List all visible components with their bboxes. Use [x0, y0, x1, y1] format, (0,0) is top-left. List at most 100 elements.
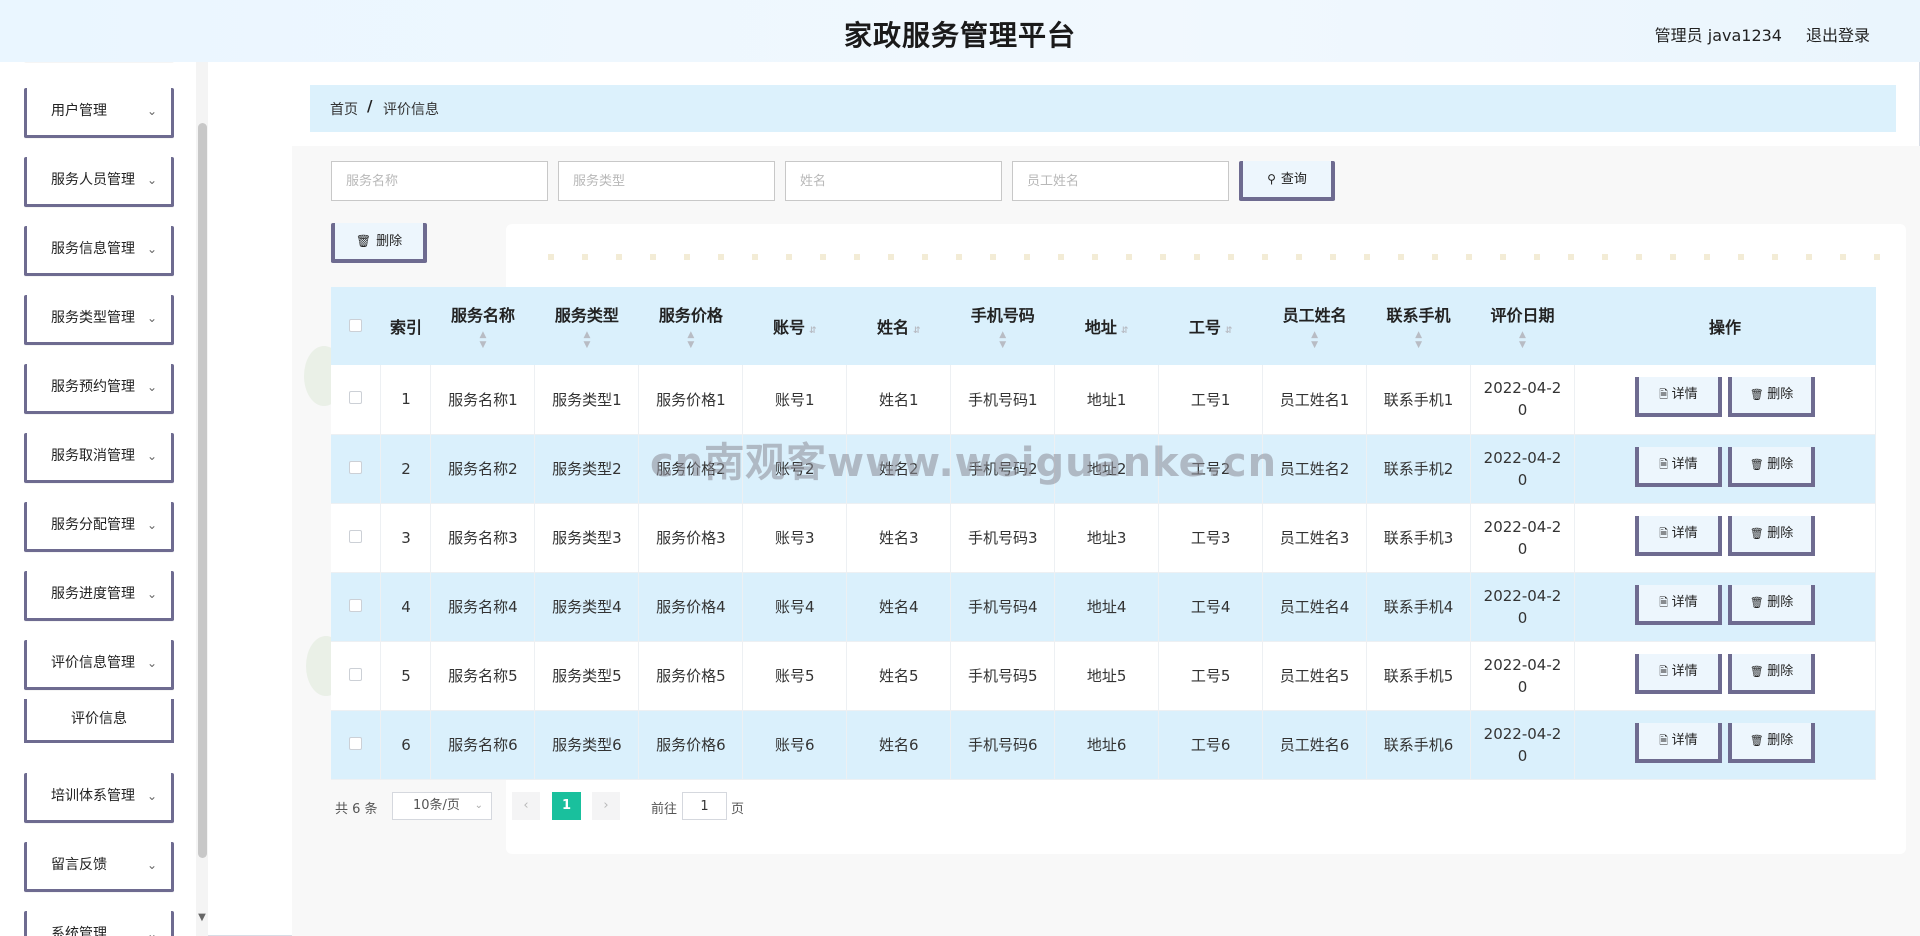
page-size-select[interactable]: 10条/页 ⌄: [392, 792, 492, 820]
sort-icon[interactable]: ⇵: [1121, 326, 1129, 336]
table-row[interactable]: 3 服务名称3 服务类型3 服务价格3 账号3 姓名3 手机号码3 地址3 工号3 员工姓名3 联系…: [331, 503, 1877, 573]
sidebar-item-system[interactable]: 系统管理 ⌄: [24, 911, 174, 936]
sidebar-item-service-assign[interactable]: 服务分配管理 ⌄: [24, 502, 174, 552]
col-name[interactable]: 姓名 ⇵: [846, 287, 951, 365]
delete-button[interactable]: 🗑 删除: [1727, 584, 1815, 625]
delete-button[interactable]: 🗑 删除: [1727, 377, 1815, 418]
service-type-input[interactable]: [558, 161, 775, 201]
document-icon: 🗎: [1659, 457, 1672, 471]
chevron-down-icon: ⌄: [146, 104, 157, 118]
sort-icon[interactable]: ⇵: [913, 326, 921, 336]
sort-icon[interactable]: ▲ ▼: [639, 330, 743, 350]
name-input[interactable]: [785, 161, 1002, 201]
sidebar-item-service-cancel[interactable]: 服务取消管理 ⌄: [24, 433, 174, 483]
cell-review-date: 2022-04-20: [1470, 503, 1575, 573]
detail-button[interactable]: 🗎 详情: [1634, 653, 1722, 694]
goto-label: 前往: [651, 802, 678, 817]
chevron-down-icon: ⌄: [146, 656, 157, 670]
detail-button[interactable]: 🗎 详情: [1634, 584, 1722, 625]
row-checkbox[interactable]: [349, 529, 363, 543]
cell-service-type: 服务类型4: [534, 572, 640, 642]
sidebar-item-label: 服务预约管理: [51, 379, 135, 395]
detail-button[interactable]: 🗎 详情: [1634, 446, 1722, 487]
col-service-price-label: 服务价格: [658, 306, 723, 325]
query-button[interactable]: ⚲ 查询: [1239, 161, 1335, 201]
trash-icon: 🗑: [1749, 595, 1768, 609]
row-checkbox[interactable]: [349, 736, 363, 750]
detail-label: 详情: [1671, 456, 1698, 472]
delete-button[interactable]: 🗑 删除: [1727, 515, 1815, 556]
service-name-input[interactable]: [331, 161, 548, 201]
delete-button[interactable]: 🗑 删除: [1727, 446, 1815, 487]
sidebar-item-label: 系统管理: [51, 926, 107, 936]
col-actions: 操作: [1574, 287, 1876, 365]
sidebar-subitem-review[interactable]: 评价信息: [24, 699, 174, 743]
logout-link[interactable]: 退出登录: [1806, 22, 1870, 46]
table-row[interactable]: 5 服务名称5 服务类型5 服务价格5 账号5 姓名5 手机号码5 地址5 工号5 员工姓名5 联系…: [331, 641, 1877, 711]
table-row[interactable]: 1 服务名称1 服务类型1 服务价格1 账号1 姓名1 手机号码1 地址1 工号1 员工姓名1 联系…: [331, 365, 1877, 435]
detail-button[interactable]: 🗎 详情: [1634, 515, 1722, 556]
cell-staff-name: 员工姓名2: [1262, 434, 1368, 504]
sort-icon[interactable]: ⇵: [809, 326, 817, 336]
col-service-price[interactable]: 服务价格 ▲ ▼: [638, 287, 743, 365]
col-service-type[interactable]: 服务类型 ▲ ▼: [534, 287, 639, 365]
row-select-cell: [331, 434, 382, 504]
col-address-label: 地址: [1084, 318, 1117, 337]
sort-icon[interactable]: ▲ ▼: [951, 330, 1055, 350]
col-review-date[interactable]: 评价日期 ▲ ▼: [1470, 287, 1575, 365]
sidebar: 用户管理 ⌄ 服务人员管理 ⌄ 服务信息管理 ⌄ 服务类型管理 ⌄ 服务预约管理 ⌄ 服务…: [0, 62, 208, 936]
sort-icon[interactable]: ▲ ▼: [1263, 330, 1367, 350]
sidebar-item-service-booking[interactable]: 服务预约管理 ⌄: [24, 364, 174, 414]
sidebar-item-service-staff[interactable]: 服务人员管理 ⌄: [24, 157, 174, 207]
sidebar-item-service-type[interactable]: 服务类型管理 ⌄: [24, 295, 174, 345]
row-checkbox[interactable]: [349, 391, 363, 405]
sidebar-scrollbar-thumb[interactable]: [198, 123, 207, 858]
col-contact-phone[interactable]: 联系手机 ▲ ▼: [1366, 287, 1471, 365]
cell-review-date: 2022-04-20: [1470, 365, 1575, 435]
sidebar-item-feedback[interactable]: 留言反馈 ⌄: [24, 842, 174, 892]
sort-icon[interactable]: ⇵: [1225, 326, 1233, 336]
chevron-down-icon: ⌄: [146, 927, 157, 936]
sort-icon[interactable]: ▲ ▼: [1471, 330, 1575, 350]
col-staff-name[interactable]: 员工姓名 ▲ ▼: [1262, 287, 1367, 365]
cell-review-date: 2022-04-20: [1470, 641, 1575, 711]
row-checkbox[interactable]: [349, 598, 363, 612]
sidebar-item-review-info[interactable]: 评价信息管理 ⌄: [24, 640, 174, 690]
prev-page-button[interactable]: ‹: [512, 792, 540, 820]
col-staff-no[interactable]: 工号 ⇵: [1158, 287, 1263, 365]
sort-icon[interactable]: ▲ ▼: [431, 330, 535, 350]
sort-icon[interactable]: ▲ ▼: [535, 330, 639, 350]
scroll-down-arrow-icon[interactable]: ▼: [196, 912, 208, 923]
page-suffix: 页: [731, 802, 745, 817]
breadcrumb-home[interactable]: 首页: [330, 99, 358, 119]
row-checkbox[interactable]: [349, 460, 363, 474]
col-account[interactable]: 账号 ⇵: [742, 287, 847, 365]
table-row[interactable]: 6 服务名称6 服务类型6 服务价格6 账号6 姓名6 手机号码6 地址6 工号6 员工姓名6 联系…: [331, 710, 1877, 780]
table-row[interactable]: 4 服务名称4 服务类型4 服务价格4 账号4 姓名4 手机号码4 地址4 工号4 员工姓名4 联系…: [331, 572, 1877, 642]
page-1-button[interactable]: 1: [552, 792, 581, 820]
sidebar-item-training[interactable]: 培训体系管理 ⌄: [24, 773, 174, 823]
sidebar-item-users[interactable]: 用户管理 ⌄: [24, 88, 174, 138]
delete-label: 删除: [1767, 663, 1794, 679]
delete-button[interactable]: 🗑 删除: [1727, 653, 1815, 694]
sidebar-item-service-info[interactable]: 服务信息管理 ⌄: [24, 226, 174, 276]
delete-button[interactable]: 🗑 删除: [1727, 722, 1815, 763]
detail-button[interactable]: 🗎 详情: [1634, 377, 1722, 418]
sidebar-item-service-progress[interactable]: 服务进度管理 ⌄: [24, 571, 174, 621]
current-user: 管理员 java1234: [1654, 26, 1782, 45]
sidebar-item-label: 评价信息管理: [51, 655, 135, 671]
select-all-checkbox[interactable]: [349, 318, 363, 332]
col-phone[interactable]: 手机号码 ▲ ▼: [950, 287, 1055, 365]
goto-page-input[interactable]: [682, 792, 727, 820]
detail-button[interactable]: 🗎 详情: [1634, 722, 1722, 763]
staff-name-input[interactable]: [1012, 161, 1229, 201]
batch-delete-button[interactable]: 🗑 删除: [331, 223, 427, 263]
cell-staff-no: 工号3: [1158, 503, 1264, 573]
cell-staff-no: 工号5: [1158, 641, 1264, 711]
sort-icon[interactable]: ▲ ▼: [1367, 330, 1471, 350]
col-service-name[interactable]: 服务名称 ▲ ▼: [430, 287, 535, 365]
row-checkbox[interactable]: [349, 667, 363, 681]
next-page-button[interactable]: ›: [592, 792, 620, 820]
sidebar-item-label: 服务人员管理: [51, 172, 135, 188]
col-address[interactable]: 地址 ⇵: [1054, 287, 1159, 365]
